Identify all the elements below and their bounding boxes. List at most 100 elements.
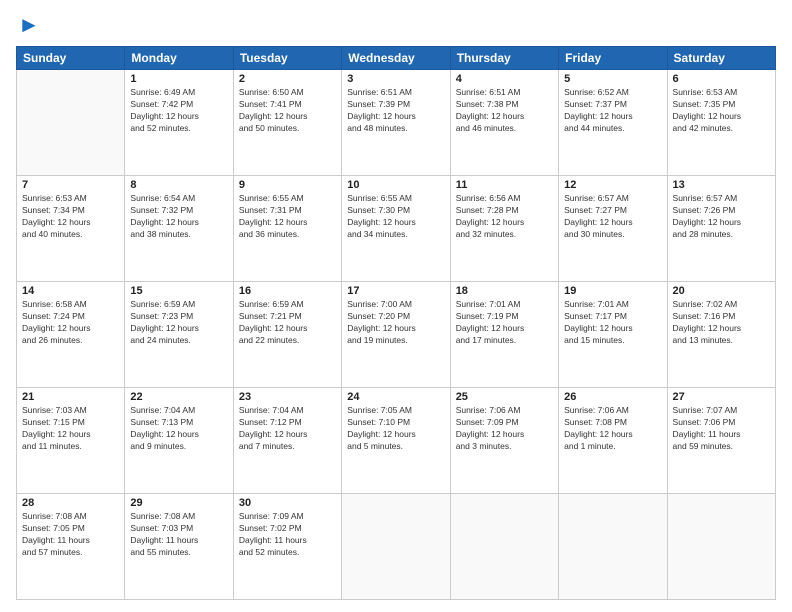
calendar-cell: 10 Sunrise: 6:55 AM Sunset: 7:30 PM Dayli… xyxy=(342,176,450,282)
week-row-5: 28 Sunrise: 7:08 AM Sunset: 7:05 PM Dayli… xyxy=(17,494,776,600)
day-info: Sunrise: 6:55 AM Sunset: 7:30 PM Dayligh… xyxy=(347,193,444,241)
day-number: 18 xyxy=(456,285,553,297)
calendar-cell: 27 Sunrise: 7:07 AM Sunset: 7:06 PM Dayli… xyxy=(667,388,775,494)
calendar-cell: 21 Sunrise: 7:03 AM Sunset: 7:15 PM Dayli… xyxy=(17,388,125,494)
day-number: 29 xyxy=(130,497,227,509)
day-info: Sunrise: 7:08 AM Sunset: 7:05 PM Dayligh… xyxy=(22,511,119,559)
day-number: 26 xyxy=(564,391,661,403)
calendar-cell: 25Sunrise: 7:06 AM Sunset: 7:09 PM Dayli… xyxy=(450,388,558,494)
day-number: 2 xyxy=(239,73,336,85)
day-number: 20 xyxy=(673,285,770,297)
calendar-cell: 4Sunrise: 6:51 AM Sunset: 7:38 PM Daylig… xyxy=(450,70,558,176)
weekday-header-friday: Friday xyxy=(559,47,667,70)
day-info: Sunrise: 7:04 AM Sunset: 7:13 PM Dayligh… xyxy=(130,405,227,453)
day-info: Sunrise: 6:54 AM Sunset: 7:32 PM Dayligh… xyxy=(130,193,227,241)
logo: ► xyxy=(16,12,40,38)
day-number: 19 xyxy=(564,285,661,297)
day-number: 9 xyxy=(239,179,336,191)
weekday-header-saturday: Saturday xyxy=(667,47,775,70)
day-number: 27 xyxy=(673,391,770,403)
calendar-cell: 9 Sunrise: 6:55 AM Sunset: 7:31 PM Daylig… xyxy=(233,176,341,282)
day-number: 23 xyxy=(239,391,336,403)
calendar-cell: 15 Sunrise: 6:59 AM Sunset: 7:23 PM Dayli… xyxy=(125,282,233,388)
weekday-header-monday: Monday xyxy=(125,47,233,70)
day-info: Sunrise: 6:57 AM Sunset: 7:27 PM Dayligh… xyxy=(564,193,661,241)
day-number: 14 xyxy=(22,285,119,297)
calendar-cell: 19 Sunrise: 7:01 AM Sunset: 7:17 PM Dayli… xyxy=(559,282,667,388)
day-info: Sunrise: 7:00 AM Sunset: 7:20 PM Dayligh… xyxy=(347,299,444,347)
calendar-cell: 24Sunrise: 7:05 AM Sunset: 7:10 PM Dayli… xyxy=(342,388,450,494)
day-number: 3 xyxy=(347,73,444,85)
weekday-header-sunday: Sunday xyxy=(17,47,125,70)
week-row-2: 7 Sunrise: 6:53 AM Sunset: 7:34 PM Daylig… xyxy=(17,176,776,282)
day-info: Sunrise: 6:58 AM Sunset: 7:24 PM Dayligh… xyxy=(22,299,119,347)
calendar-cell: 8 Sunrise: 6:54 AM Sunset: 7:32 PM Daylig… xyxy=(125,176,233,282)
day-number: 8 xyxy=(130,179,227,191)
weekday-header-tuesday: Tuesday xyxy=(233,47,341,70)
calendar-cell: 13 Sunrise: 6:57 AM Sunset: 7:26 PM Dayli… xyxy=(667,176,775,282)
day-info: Sunrise: 7:03 AM Sunset: 7:15 PM Dayligh… xyxy=(22,405,119,453)
day-number: 12 xyxy=(564,179,661,191)
calendar-cell: 6 Sunrise: 6:53 AM Sunset: 7:35 PM Daylig… xyxy=(667,70,775,176)
day-number: 21 xyxy=(22,391,119,403)
day-info: Sunrise: 6:49 AM Sunset: 7:42 PM Dayligh… xyxy=(130,87,227,135)
day-number: 7 xyxy=(22,179,119,191)
day-number: 11 xyxy=(456,179,553,191)
page: ► SundayMondayTuesdayWednesdayThursdayFr… xyxy=(0,0,792,612)
day-number: 6 xyxy=(673,73,770,85)
day-info: Sunrise: 6:53 AM Sunset: 7:35 PM Dayligh… xyxy=(673,87,770,135)
calendar-table: SundayMondayTuesdayWednesdayThursdayFrid… xyxy=(16,46,776,600)
logo-icon: ► xyxy=(18,12,40,38)
day-info: Sunrise: 7:09 AM Sunset: 7:02 PM Dayligh… xyxy=(239,511,336,559)
calendar-cell: 3 Sunrise: 6:51 AM Sunset: 7:39 PM Daylig… xyxy=(342,70,450,176)
calendar-cell: 12 Sunrise: 6:57 AM Sunset: 7:27 PM Dayli… xyxy=(559,176,667,282)
calendar-cell: 14 Sunrise: 6:58 AM Sunset: 7:24 PM Dayli… xyxy=(17,282,125,388)
week-row-1: 1 Sunrise: 6:49 AM Sunset: 7:42 PM Daylig… xyxy=(17,70,776,176)
day-number: 30 xyxy=(239,497,336,509)
day-info: Sunrise: 7:01 AM Sunset: 7:17 PM Dayligh… xyxy=(564,299,661,347)
calendar-cell: 20 Sunrise: 7:02 AM Sunset: 7:16 PM Dayli… xyxy=(667,282,775,388)
day-number: 25 xyxy=(456,391,553,403)
weekday-header-thursday: Thursday xyxy=(450,47,558,70)
day-number: 17 xyxy=(347,285,444,297)
day-info: Sunrise: 7:07 AM Sunset: 7:06 PM Dayligh… xyxy=(673,405,770,453)
calendar-cell: 7 Sunrise: 6:53 AM Sunset: 7:34 PM Daylig… xyxy=(17,176,125,282)
calendar-cell: 1 Sunrise: 6:49 AM Sunset: 7:42 PM Daylig… xyxy=(125,70,233,176)
day-info: Sunrise: 6:50 AM Sunset: 7:41 PM Dayligh… xyxy=(239,87,336,135)
day-info: Sunrise: 6:59 AM Sunset: 7:23 PM Dayligh… xyxy=(130,299,227,347)
calendar-cell: 23 Sunrise: 7:04 AM Sunset: 7:12 PM Dayli… xyxy=(233,388,341,494)
header: ► xyxy=(16,12,776,38)
calendar-cell xyxy=(667,494,775,600)
day-info: Sunrise: 6:51 AM Sunset: 7:38 PM Dayligh… xyxy=(456,87,553,135)
weekday-header-row: SundayMondayTuesdayWednesdayThursdayFrid… xyxy=(17,47,776,70)
day-info: Sunrise: 6:51 AM Sunset: 7:39 PM Dayligh… xyxy=(347,87,444,135)
calendar-cell xyxy=(17,70,125,176)
day-number: 1 xyxy=(130,73,227,85)
calendar-cell: 16Sunrise: 6:59 AM Sunset: 7:21 PM Dayli… xyxy=(233,282,341,388)
calendar-cell: 5Sunrise: 6:52 AM Sunset: 7:37 PM Daylig… xyxy=(559,70,667,176)
day-info: Sunrise: 7:02 AM Sunset: 7:16 PM Dayligh… xyxy=(673,299,770,347)
calendar-cell: 18 Sunrise: 7:01 AM Sunset: 7:19 PM Dayli… xyxy=(450,282,558,388)
day-number: 13 xyxy=(673,179,770,191)
week-row-3: 14 Sunrise: 6:58 AM Sunset: 7:24 PM Dayli… xyxy=(17,282,776,388)
weekday-header-wednesday: Wednesday xyxy=(342,47,450,70)
week-row-4: 21 Sunrise: 7:03 AM Sunset: 7:15 PM Dayli… xyxy=(17,388,776,494)
calendar-cell: 26Sunrise: 7:06 AM Sunset: 7:08 PM Dayli… xyxy=(559,388,667,494)
day-info: Sunrise: 7:04 AM Sunset: 7:12 PM Dayligh… xyxy=(239,405,336,453)
day-number: 5 xyxy=(564,73,661,85)
calendar-cell: 2 Sunrise: 6:50 AM Sunset: 7:41 PM Daylig… xyxy=(233,70,341,176)
day-info: Sunrise: 7:05 AM Sunset: 7:10 PM Dayligh… xyxy=(347,405,444,453)
calendar-cell xyxy=(559,494,667,600)
calendar-cell xyxy=(342,494,450,600)
calendar-cell: 17 Sunrise: 7:00 AM Sunset: 7:20 PM Dayli… xyxy=(342,282,450,388)
day-number: 10 xyxy=(347,179,444,191)
day-info: Sunrise: 7:01 AM Sunset: 7:19 PM Dayligh… xyxy=(456,299,553,347)
day-info: Sunrise: 6:53 AM Sunset: 7:34 PM Dayligh… xyxy=(22,193,119,241)
day-number: 16 xyxy=(239,285,336,297)
day-number: 15 xyxy=(130,285,227,297)
day-info: Sunrise: 6:56 AM Sunset: 7:28 PM Dayligh… xyxy=(456,193,553,241)
calendar-cell: 28 Sunrise: 7:08 AM Sunset: 7:05 PM Dayli… xyxy=(17,494,125,600)
day-info: Sunrise: 6:55 AM Sunset: 7:31 PM Dayligh… xyxy=(239,193,336,241)
day-info: Sunrise: 6:57 AM Sunset: 7:26 PM Dayligh… xyxy=(673,193,770,241)
day-number: 28 xyxy=(22,497,119,509)
